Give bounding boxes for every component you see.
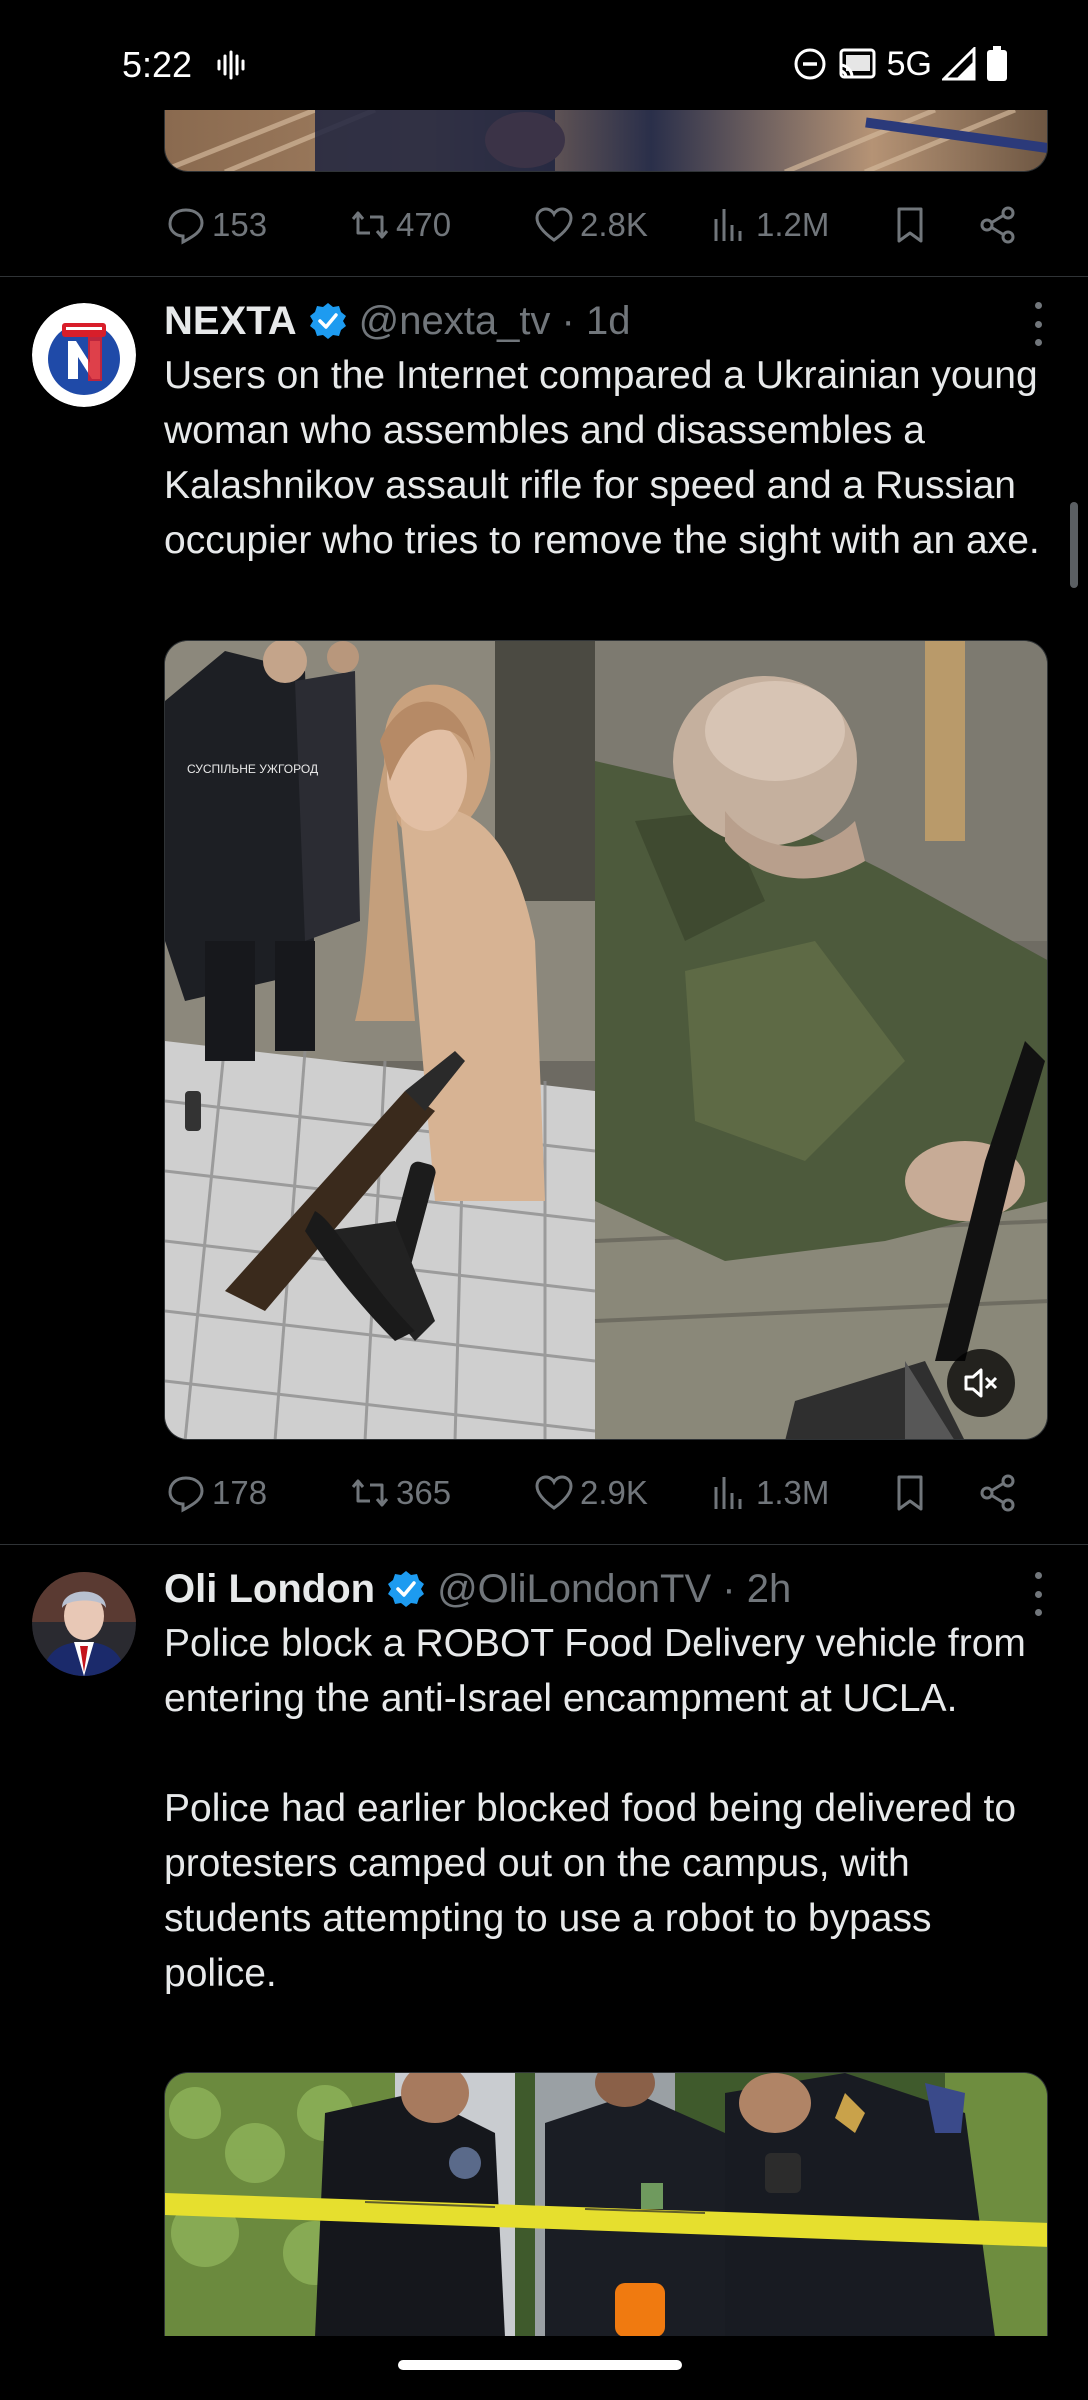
views-icon — [714, 1477, 742, 1509]
reply-icon — [168, 208, 204, 245]
reply-button[interactable]: 153 — [166, 200, 267, 250]
retweet-count: 365 — [396, 1474, 452, 1511]
views-icon — [714, 209, 742, 241]
views-button[interactable]: 1.3M — [710, 1468, 829, 1518]
home-indicator[interactable] — [398, 2360, 682, 2370]
reply-count: 178 — [212, 1474, 268, 1511]
share-button[interactable] — [978, 200, 1018, 250]
tweet-text: Users on the Internet compared a Ukraini… — [164, 354, 1049, 562]
share-icon — [980, 206, 1015, 244]
cast-icon — [839, 48, 876, 79]
status-icons: 5G — [793, 44, 1008, 84]
retweet-button[interactable]: 470 — [350, 200, 451, 250]
previous-tweet-media[interactable] — [164, 110, 1048, 172]
verified-badge-icon — [309, 303, 346, 339]
share-icon — [980, 1474, 1015, 1512]
view-count: 1.2M — [756, 206, 830, 243]
more-options-button[interactable] — [1028, 1572, 1048, 1616]
signal-icon — [942, 47, 976, 81]
heart-icon — [535, 207, 573, 242]
author-name[interactable]: NEXTA — [164, 296, 297, 346]
tweet-header: Oli London @OliLondonTV · 2h — [164, 1564, 791, 1614]
network-type: 5G — [886, 44, 932, 83]
like-count: 2.9K — [580, 1474, 648, 1511]
avatar-nexta[interactable] — [32, 303, 136, 407]
status-time: 5:22 — [122, 44, 193, 85]
more-options-button[interactable] — [1028, 302, 1048, 346]
verified-badge-icon — [388, 1571, 425, 1607]
mute-button[interactable] — [947, 1349, 1015, 1417]
bookmark-icon — [897, 1475, 923, 1511]
author-name[interactable]: Oli London — [164, 1564, 375, 1614]
tweet-video[interactable]: СУСПІЛЬНЕ УЖГОРОД — [164, 640, 1048, 1440]
views-button[interactable]: 1.2M — [710, 200, 829, 250]
author-handle[interactable]: @nexta_tv · 1d — [359, 296, 631, 346]
tweet-header: NEXTA @nexta_tv · 1d — [164, 296, 630, 346]
reply-icon — [168, 1476, 204, 1513]
sound-wave-icon — [217, 50, 245, 80]
view-count: 1.3M — [756, 1474, 830, 1511]
retweet-button[interactable]: 365 — [350, 1468, 451, 1518]
tweet-actions: 178 365 2.9K 1.3M — [164, 1468, 1044, 1518]
share-button[interactable] — [978, 1468, 1018, 1518]
scrollbar-thumb[interactable] — [1070, 502, 1078, 588]
like-button[interactable]: 2.9K — [534, 1468, 648, 1518]
reply-button[interactable]: 178 — [166, 1468, 267, 1518]
heart-icon — [535, 1475, 573, 1510]
avatar-oli-london[interactable] — [32, 1572, 136, 1676]
bookmark-button[interactable] — [890, 200, 930, 250]
like-button[interactable]: 2.8K — [534, 200, 648, 250]
like-count: 2.8K — [580, 206, 648, 243]
do-not-disturb-icon — [794, 48, 826, 80]
divider — [0, 1544, 1088, 1545]
bookmark-button[interactable] — [890, 1468, 930, 1518]
tweet-text: Police block a ROBOT Food Delivery vehic… — [164, 1622, 1026, 1995]
divider — [0, 276, 1088, 277]
battery-icon — [987, 46, 1007, 81]
bookmark-icon — [897, 207, 923, 243]
retweet-icon — [351, 1479, 389, 1507]
author-handle[interactable]: @OliLondonTV · 2h — [437, 1564, 791, 1614]
tweet-image[interactable] — [164, 2072, 1048, 2336]
volume-muted-icon — [964, 1368, 998, 1398]
retweet-count: 470 — [396, 206, 452, 243]
reply-count: 153 — [212, 206, 268, 243]
video-watermark: СУСПІЛЬНЕ УЖГОРОД — [187, 762, 318, 776]
retweet-icon — [351, 211, 389, 239]
previous-tweet-actions: 153 470 2.8K 1.2M — [164, 200, 1044, 250]
